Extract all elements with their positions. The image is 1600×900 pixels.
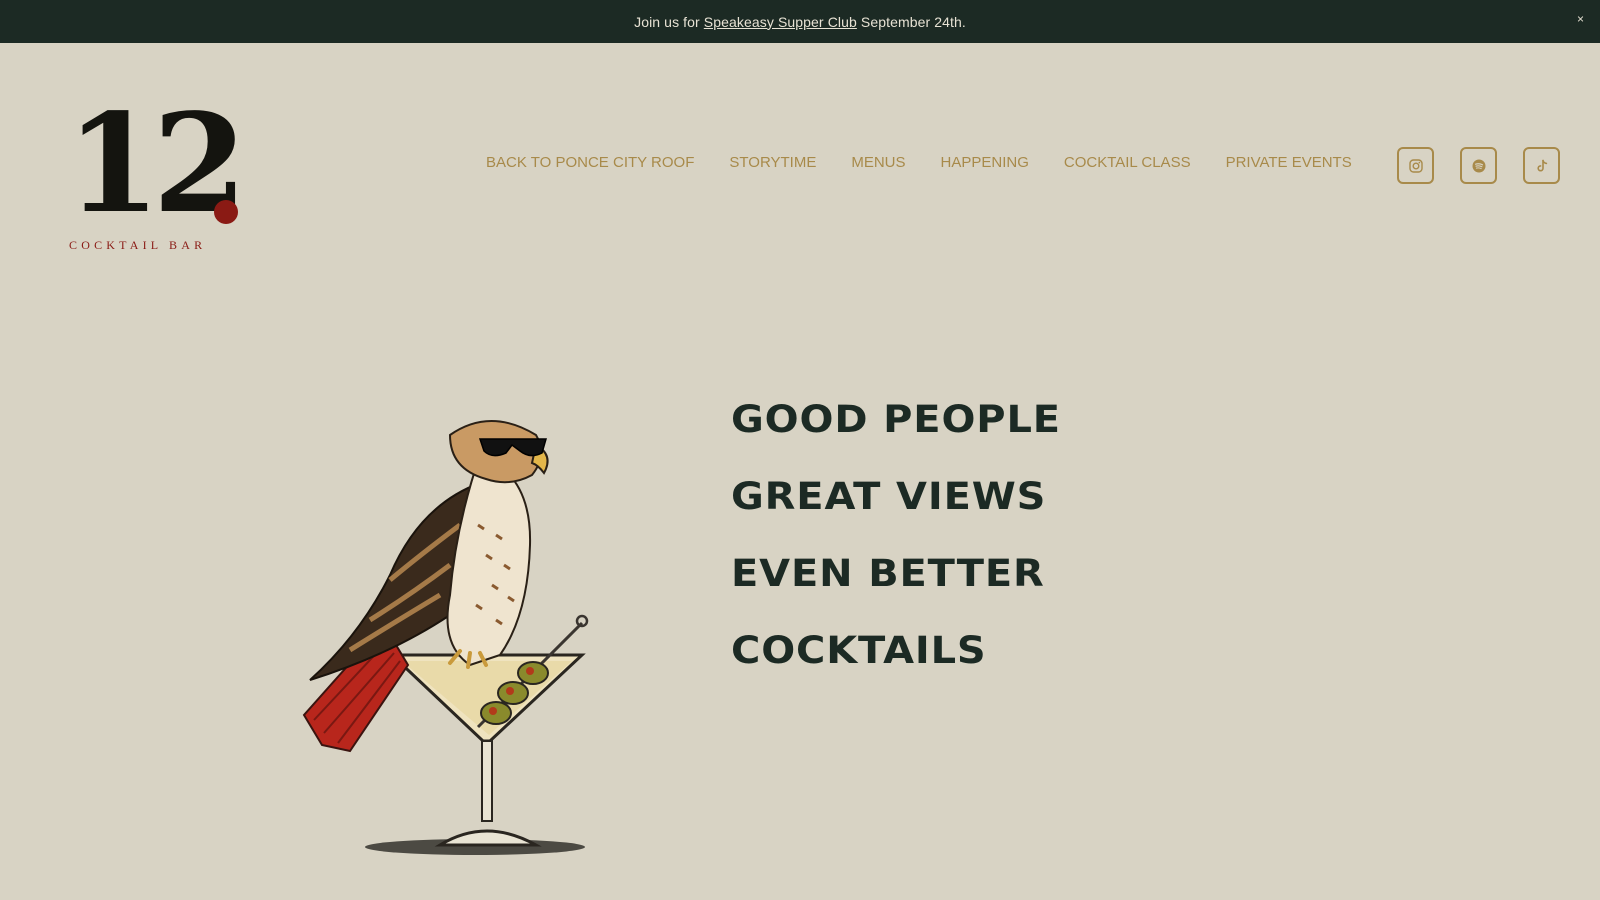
headline-line-1: GOOD PEOPLE	[731, 398, 1061, 441]
headline-line-2: GREAT VIEWS	[731, 475, 1047, 518]
instagram-icon	[1408, 158, 1423, 173]
announcement-text: Join us for Speakeasy Supper Club Septem…	[634, 14, 966, 30]
announcement-prefix: Join us for	[634, 13, 704, 30]
hero-headlines: GOOD PEOPLE GREAT VIEWS EVEN BETTER COCK…	[731, 398, 1060, 706]
hawk-martini-illustration	[302, 420, 589, 855]
site-logo[interactable]: 12 COCKTAIL BAR	[66, 84, 247, 254]
nav-happening[interactable]: HAPPENING	[941, 154, 1029, 171]
social-links	[1397, 147, 1560, 184]
instagram-button[interactable]	[1397, 147, 1434, 184]
nav-cocktail-class[interactable]: COCKTAIL CLASS	[1064, 154, 1191, 171]
spotify-icon	[1472, 159, 1485, 172]
nav-storytime[interactable]: STORYTIME	[729, 154, 816, 171]
tiktok-button[interactable]	[1523, 147, 1560, 184]
main-nav: BACK TO PONCE CITY ROOF STORYTIME MENUS …	[486, 154, 1352, 171]
logo-subtitle: COCKTAIL BAR	[69, 238, 207, 252]
logo-dot	[214, 200, 238, 224]
nav-back-to-ponce-city-roof[interactable]: BACK TO PONCE CITY ROOF	[486, 154, 694, 171]
nav-menus[interactable]: MENUS	[851, 154, 905, 171]
announcement-suffix: September 24th.	[856, 13, 966, 30]
close-announcement-button[interactable]: ×	[1577, 12, 1584, 26]
headline-line-4: COCKTAILS	[731, 629, 987, 672]
announcement-bar: Join us for Speakeasy Supper Club Septem…	[0, 0, 1600, 43]
logo-number: 12	[66, 84, 247, 244]
spotify-button[interactable]	[1460, 147, 1497, 184]
headline-line-3: EVEN BETTER	[731, 552, 1045, 595]
nav-private-events[interactable]: PRIVATE EVENTS	[1226, 154, 1352, 171]
tiktok-icon	[1536, 159, 1547, 171]
supper-club-link[interactable]: Speakeasy Supper Club	[704, 14, 857, 30]
